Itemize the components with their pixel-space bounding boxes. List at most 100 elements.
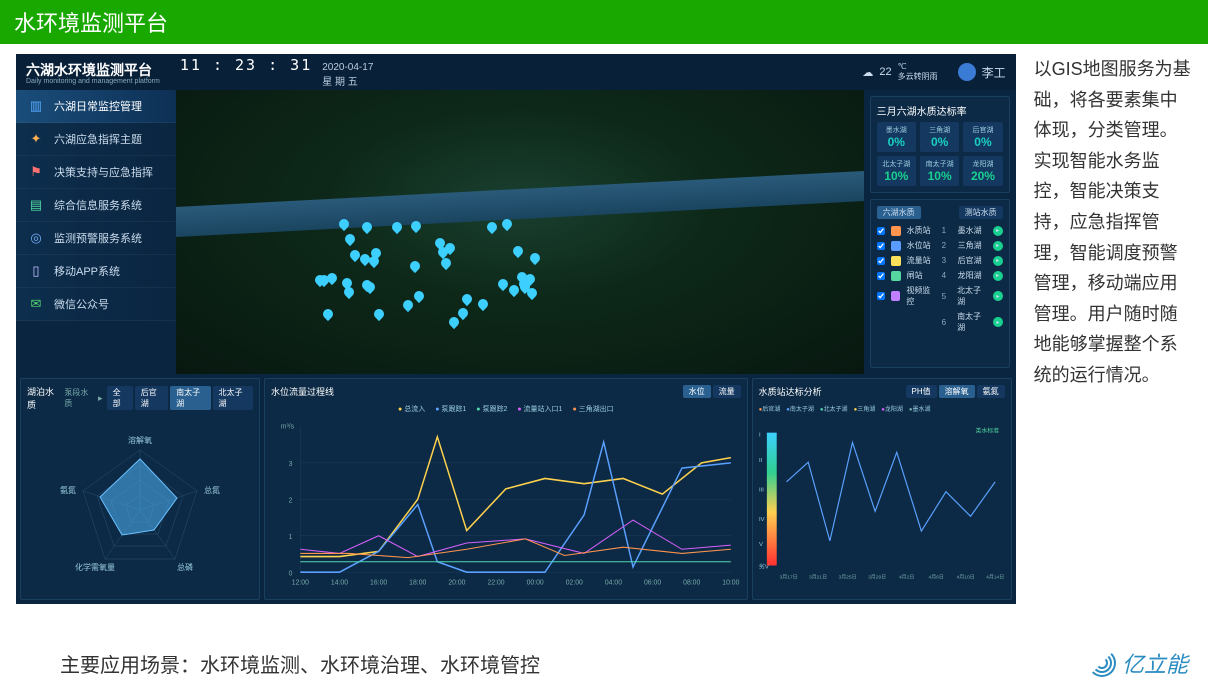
- lake-row[interactable]: 3后官湖▸: [942, 253, 1003, 268]
- svg-text:化学需氧量: 化学需氧量: [75, 562, 115, 572]
- chart-bar-icon: ▥: [28, 98, 44, 114]
- play-icon[interactable]: ▸: [993, 271, 1003, 281]
- svg-text:08:00: 08:00: [683, 580, 700, 587]
- svg-text:4月14日: 4月14日: [986, 574, 1004, 580]
- sidebar-item-0[interactable]: ▥六湖日常监控管理: [16, 90, 176, 123]
- logo-icon: [1088, 649, 1116, 677]
- tab[interactable]: PH值: [906, 385, 937, 398]
- tab[interactable]: 全部: [107, 386, 133, 410]
- legend-item: ● 流量站入口1: [517, 404, 562, 414]
- svg-text:4月6日: 4月6日: [928, 574, 943, 580]
- tab-station-quality[interactable]: 测站水质: [959, 206, 1003, 219]
- svg-text:I: I: [759, 433, 761, 439]
- sidebar-item-1[interactable]: ✦六湖应急指挥主题: [16, 123, 176, 156]
- flag-icon: ⚑: [28, 164, 44, 180]
- legend-color-icon: [891, 256, 901, 266]
- sidebar-item-6[interactable]: ✉微信公众号: [16, 288, 176, 321]
- rate-box: 龙阳湖20%: [963, 156, 1002, 186]
- legend-item: ● 泵跟踪2: [476, 404, 507, 414]
- avatar-icon: [958, 63, 976, 81]
- svg-text:3: 3: [289, 461, 293, 468]
- line-chart-card: 水位流量过程线 水位流量 ● 总流入● 泵跟踪1● 泵跟踪2● 流量站入口1● …: [264, 378, 748, 600]
- dashboard-screenshot: 六湖水环境监测平台 Daily monitoring and managemen…: [16, 54, 1016, 604]
- svg-text:00:00: 00:00: [527, 580, 544, 587]
- radar-chart: 溶解氧 总氮 总磷 化学需氧量 氨氮: [40, 415, 240, 595]
- legend-checkbox[interactable]: [877, 292, 885, 300]
- svg-text:类水标准: 类水标准: [975, 427, 999, 435]
- svg-text:4月10日: 4月10日: [956, 574, 974, 580]
- tab-lake-quality[interactable]: 六湖水质: [877, 206, 921, 219]
- legend-checkbox[interactable]: [877, 227, 885, 235]
- legend-row[interactable]: 闸站: [877, 268, 938, 283]
- svg-text:14:00: 14:00: [331, 580, 348, 587]
- platform-subtitle: Daily monitoring and management platform: [26, 78, 160, 85]
- tab[interactable]: 氨氮: [977, 385, 1005, 398]
- legend-checkbox[interactable]: [877, 272, 885, 280]
- mobile-icon: ▯: [28, 263, 44, 279]
- svg-text:20:00: 20:00: [448, 580, 465, 587]
- user-name: 李工: [982, 64, 1006, 81]
- description-text: 以GIS地图服务为基础，将各要素集中体现，分类管理。实现智能水务监控，智能决策支…: [1034, 54, 1192, 604]
- sidebar-item-4[interactable]: ◎监测预警服务系统: [16, 222, 176, 255]
- sidebar-item-2[interactable]: ⚑决策支持与应急指挥: [16, 156, 176, 189]
- line-title: 水位流量过程线: [271, 385, 334, 398]
- rate-box: 北太子湖10%: [877, 156, 916, 186]
- svg-text:22:00: 22:00: [487, 580, 504, 587]
- legend-color-icon: [891, 291, 901, 301]
- legend-row[interactable]: 水位站: [877, 238, 938, 253]
- rate-panel-title: 三月六湖水质达标率: [877, 103, 1003, 118]
- lake-row[interactable]: 4龙阳湖▸: [942, 268, 1003, 283]
- legend-item: ● 三角湖出口: [572, 404, 613, 414]
- legend-row[interactable]: 流量站: [877, 253, 938, 268]
- tab[interactable]: 南太子湖: [170, 386, 210, 410]
- svg-text:氨氮: 氨氮: [60, 485, 76, 495]
- legend-checkbox[interactable]: [877, 242, 885, 250]
- legend-row[interactable]: 视频监控: [877, 283, 938, 309]
- tab[interactable]: 水位: [683, 385, 711, 398]
- legend-item: ●墨水湖: [909, 404, 931, 413]
- weather-temp: 22: [879, 66, 891, 78]
- chevron-right-icon[interactable]: ▸: [98, 393, 103, 404]
- play-icon[interactable]: ▸: [993, 256, 1003, 266]
- svg-text:IV: IV: [759, 517, 765, 523]
- svg-text:3月17日: 3月17日: [779, 574, 797, 580]
- play-icon[interactable]: ▸: [993, 317, 1002, 327]
- clock-time: 11 : 23 : 31: [180, 56, 312, 74]
- tab[interactable]: 溶解氧: [939, 385, 975, 398]
- svg-text:V: V: [759, 542, 763, 548]
- gis-map[interactable]: [176, 90, 864, 374]
- sidebar-item-5[interactable]: ▯移动APP系统: [16, 255, 176, 288]
- legend-row[interactable]: 水质站: [877, 223, 938, 238]
- svg-text:16:00: 16:00: [370, 580, 387, 587]
- legend-item: ●后官湖: [759, 404, 781, 413]
- lake-row[interactable]: 5北太子湖▸: [942, 283, 1003, 309]
- tab[interactable]: 后官湖: [135, 386, 168, 410]
- rate-box: 后官湖0%: [963, 122, 1002, 152]
- weather-desc: 多云转阴雨: [898, 71, 938, 82]
- top-bar: 六湖水环境监测平台 Daily monitoring and managemen…: [16, 54, 1016, 90]
- lake-row[interactable]: 2三角湖▸: [942, 238, 1003, 253]
- sidebar-item-3[interactable]: ▤综合信息服务系统: [16, 189, 176, 222]
- play-icon[interactable]: ▸: [993, 291, 1002, 301]
- svg-text:3月25日: 3月25日: [838, 574, 856, 580]
- legend-checkbox[interactable]: [877, 257, 885, 265]
- svg-text:04:00: 04:00: [605, 580, 622, 587]
- radar-chart-card: 湖泊水质 泵段水质 ▸ 全部后官湖南太子湖北太子湖 溶解氧: [20, 378, 260, 600]
- wechat-icon: ✉: [28, 296, 44, 312]
- lake-row[interactable]: 6南太子湖▸: [942, 309, 1003, 335]
- svg-text:18:00: 18:00: [409, 580, 426, 587]
- lake-row[interactable]: 1墨水湖▸: [942, 223, 1003, 238]
- tab[interactable]: 北太子湖: [213, 386, 253, 410]
- clock-date: 2020-04-17: [322, 62, 373, 73]
- logo-text: 亿立能: [1122, 647, 1188, 679]
- svg-text:III: III: [759, 488, 764, 494]
- legend-color-icon: [891, 226, 901, 236]
- play-icon[interactable]: ▸: [993, 241, 1003, 251]
- radar-title: 湖泊水质: [27, 385, 60, 411]
- tab[interactable]: 流量: [713, 385, 741, 398]
- svg-text:总氮: 总氮: [204, 485, 220, 495]
- play-icon[interactable]: ▸: [993, 226, 1003, 236]
- rate-panel: 三月六湖水质达标率 墨水湖0%三角湖0%后官湖0%北太子湖10%南太子湖10%龙…: [870, 96, 1010, 193]
- user-widget[interactable]: 李工: [958, 63, 1006, 81]
- legend-item: ● 泵跟踪1: [435, 404, 466, 414]
